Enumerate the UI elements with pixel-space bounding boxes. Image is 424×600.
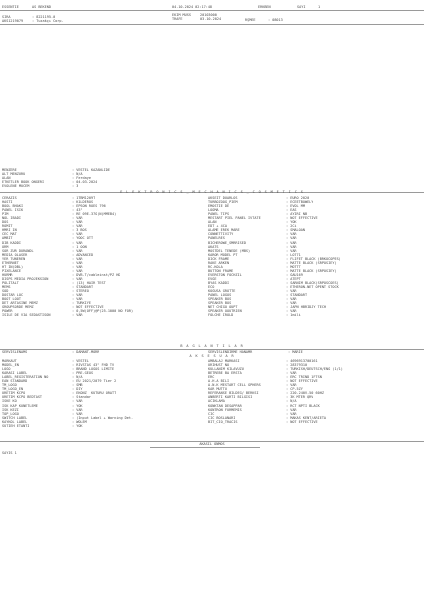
divider (0, 24, 424, 25)
field-row: ISILE DE VIA SEDASTISON : VAR (2, 313, 133, 317)
print-user: ERKBEN (258, 5, 271, 9)
print-datetime: 04.10.2024 02:17:48 (172, 5, 213, 9)
field-value: : NOT EFFECTIVE (286, 419, 318, 424)
head-right: EKIM MUSS 20103000 TRAFE 03.10.2024 (172, 13, 221, 21)
field-row: FOLCHE IROLD : 1mili (208, 313, 341, 317)
connections-right: SERVISLENDIRME HANAMR : MARIE (208, 350, 303, 354)
connections-left: SERVISLENAMS : DAMANT-MORR (2, 350, 99, 354)
footer-label: AKASIL ONMOS (199, 442, 225, 446)
head-key: RŞMEE (245, 17, 256, 22)
accessories-left-column: MARKAUT: VESTEL MODEL_EN: RIVSTAS 43" FHD… (2, 359, 133, 428)
head-value: : Tuzakçı Corp. (32, 19, 64, 24)
conn-key: SERVISLENDIRME HANAMR (208, 349, 253, 354)
head-key: AKS1219079 (2, 19, 24, 24)
section-title-electronics: E L E K T R O N I C S _ M E C H A N I C … (120, 189, 304, 194)
page-label: SAYI (297, 5, 306, 9)
bottom-page-label: SAYIS 1 (2, 451, 17, 455)
general-key: EVOLENE MUCEM (2, 184, 30, 189)
field-key: ISILE DE VIA SEDASTISON (2, 313, 51, 318)
head-left: SIRA: 8221195-0 AKS1219079: Tuzakçı Corp… (2, 15, 64, 23)
field-key: SUTIEH ETANTI (2, 423, 30, 428)
conn-key: SERVISLENAMS (2, 349, 28, 354)
head-value: 03.10.2024 (200, 17, 222, 22)
electronics-right-column: AKSEIT DUARLOS: EURO 2020 TURBOZOOG_PIEM:… (208, 196, 341, 317)
divider (150, 446, 260, 448)
section-title-connections: B A G L A N T I L A R (180, 344, 244, 348)
field-value: : YOK (72, 423, 83, 428)
head-key: TRAFE (172, 17, 183, 22)
field-key: BIT_CIO_TRACIS (208, 419, 238, 424)
field-key: FOLCHE IROLD (208, 313, 234, 318)
divider (0, 10, 424, 11)
conn-value: : MARIE (288, 349, 303, 354)
head-value: : 08013 (268, 17, 283, 22)
field-value: : 1mili (286, 313, 301, 318)
general-info-list: MENZERE: VESTEL KAZANLIDE ALT MENZURU: N… (2, 168, 110, 188)
field-value: : VAR (72, 313, 83, 318)
doc-type: ESSENTIE (2, 5, 19, 9)
accessories-right-column: AMBALAJ MARKASI: 4696913700161 URIHUST NO… (208, 359, 343, 424)
general-value: : 3 (72, 184, 79, 189)
section-title-accessories: A K S E S U A R (189, 354, 235, 358)
electronics-left-column: CERAZIS: 1TBM1209T HASTI: K1LDEROS BOOL BH… (2, 196, 133, 317)
conn-value: : DAMANT-MORR (72, 349, 100, 354)
field-row: BIT_CIO_TRACIS : NOT EFFECTIVE (208, 420, 343, 424)
doc-status: AS BEKEND (32, 5, 51, 9)
field-row: SUTIEH ETANTI : YOK (2, 424, 133, 428)
page-number: 1 (318, 5, 321, 9)
